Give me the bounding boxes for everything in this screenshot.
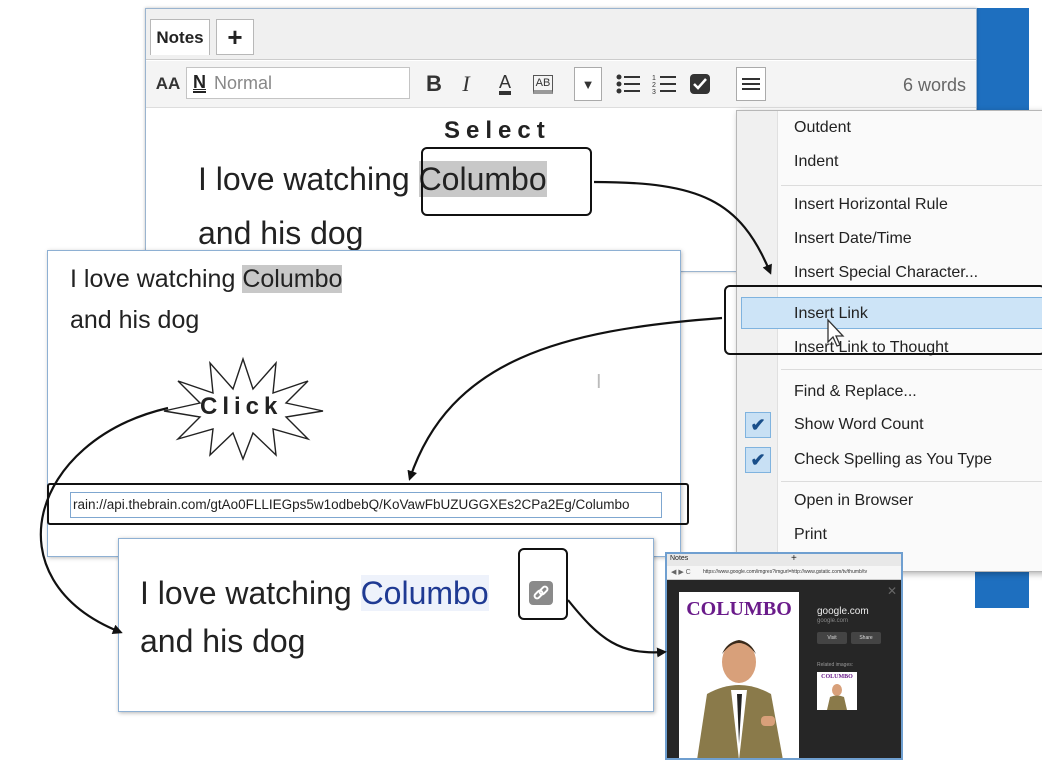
tutorial-arrows — [39, 180, 772, 658]
arrow-select-to-menu — [593, 180, 772, 275]
arrow-link-to-browser — [567, 599, 667, 658]
arrow-menu-to-input — [407, 316, 723, 481]
arrow-click-to-panel3 — [39, 406, 169, 635]
